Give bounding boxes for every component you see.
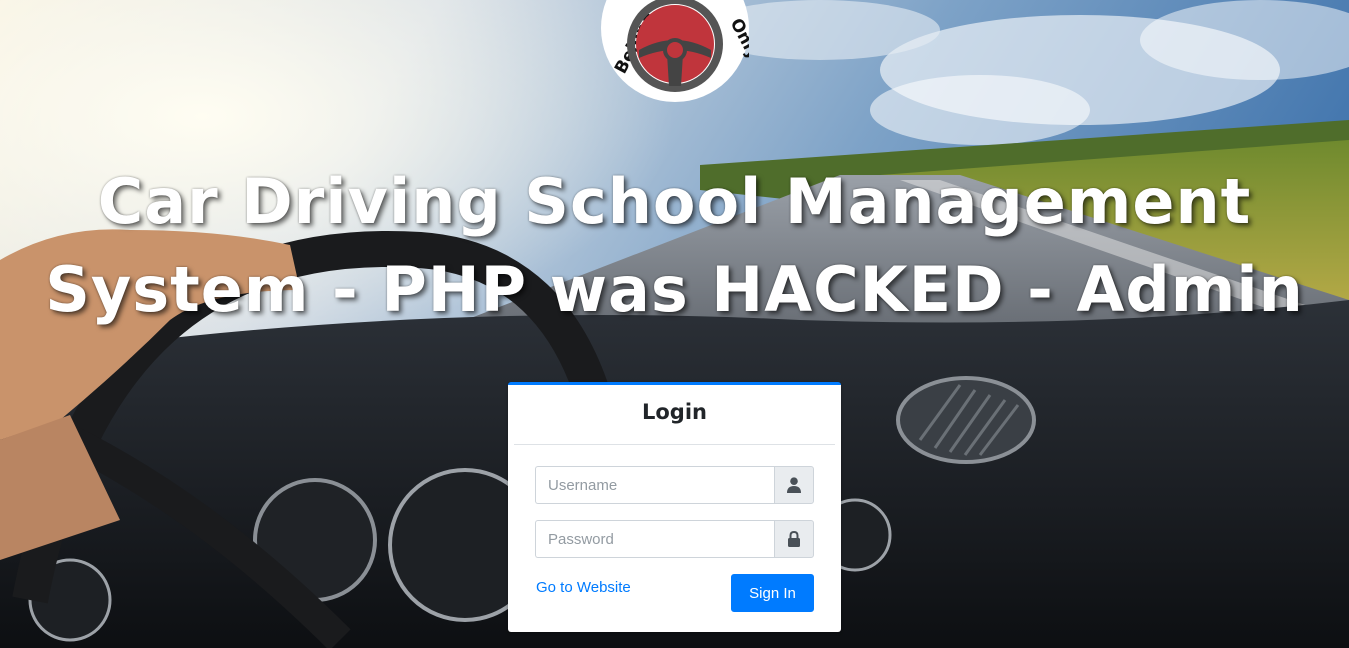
logo-text-right: Only bbox=[726, 15, 749, 63]
steering-wheel-icon: Behind Only bbox=[611, 0, 749, 92]
password-input[interactable] bbox=[535, 520, 774, 558]
user-icon bbox=[787, 477, 801, 493]
username-input[interactable] bbox=[535, 466, 774, 504]
go-to-website-link[interactable]: Go to Website bbox=[536, 579, 631, 596]
password-group bbox=[535, 520, 814, 558]
login-title: Login bbox=[642, 400, 707, 424]
lock-icon bbox=[788, 531, 800, 547]
username-group bbox=[535, 466, 814, 504]
page-title: Car Driving School Management System - P… bbox=[45, 165, 1304, 326]
login-page: Behind Only Car Driving School Managemen… bbox=[0, 0, 1349, 648]
password-addon bbox=[774, 520, 814, 558]
login-card: Login Go to Website Sign In bbox=[508, 382, 841, 632]
login-card-header: Login bbox=[514, 385, 835, 445]
username-addon bbox=[774, 466, 814, 504]
school-logo: Behind Only bbox=[601, 0, 749, 102]
sign-in-button[interactable]: Sign In bbox=[731, 574, 814, 612]
